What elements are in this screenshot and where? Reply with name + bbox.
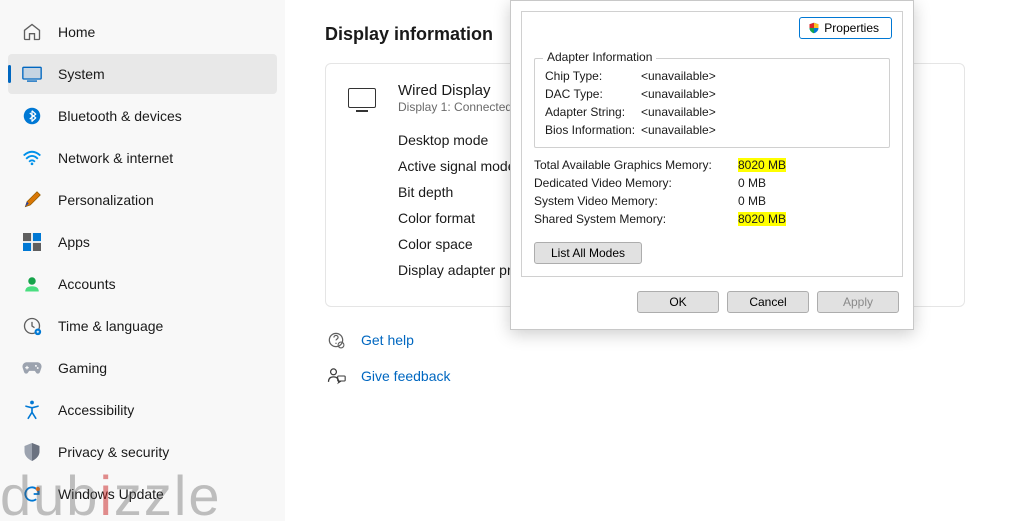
- cancel-button[interactable]: Cancel: [727, 291, 809, 313]
- clock-icon: [22, 316, 42, 336]
- mem-value: 0 MB: [738, 194, 766, 208]
- sidebar-item-accessibility[interactable]: Accessibility: [8, 390, 277, 430]
- info-value: <unavailable>: [641, 69, 716, 83]
- wifi-icon: [22, 148, 42, 168]
- watermark-text: dubizzle: [0, 471, 221, 521]
- feedback-text: Give feedback: [361, 368, 451, 384]
- help-text: Get help: [361, 332, 414, 348]
- mem-label: Dedicated Video Memory:: [534, 176, 738, 190]
- sidebar-item-system[interactable]: System: [8, 54, 277, 94]
- sidebar-item-label: Personalization: [58, 192, 154, 208]
- adapter-legend: Adapter Information: [543, 50, 656, 64]
- display-name: Wired Display: [398, 82, 525, 99]
- mem-value: 0 MB: [738, 176, 766, 190]
- mem-label: Shared System Memory:: [534, 212, 738, 226]
- adapter-info-group: Adapter Information Chip Type: <unavaila…: [534, 58, 890, 148]
- info-label: DAC Type:: [545, 87, 641, 101]
- sidebar-item-personalization[interactable]: Personalization: [8, 180, 277, 220]
- dialog-inner: Properties Adapter Information Chip Type…: [521, 11, 903, 277]
- sidebar-item-label: Accessibility: [58, 402, 134, 418]
- adapter-info-row: Adapter String: <unavailable>: [545, 105, 879, 119]
- sidebar-item-label: Accounts: [58, 276, 116, 292]
- sidebar-item-apps[interactable]: Apps: [8, 222, 277, 262]
- memory-row: System Video Memory: 0 MB: [534, 194, 890, 208]
- system-icon: [22, 64, 42, 84]
- info-label: Adapter String:: [545, 105, 641, 119]
- mem-value: 8020 MB: [738, 158, 786, 172]
- dialog-button-row: OK Cancel Apply: [521, 287, 903, 319]
- sidebar-item-label: Network & internet: [58, 150, 173, 166]
- memory-row: Dedicated Video Memory: 0 MB: [534, 176, 890, 190]
- home-icon: [22, 22, 42, 42]
- person-icon: [22, 274, 42, 294]
- adapter-properties-dialog: Properties Adapter Information Chip Type…: [510, 0, 914, 330]
- properties-label: Properties: [824, 21, 879, 35]
- adapter-info-row: Chip Type: <unavailable>: [545, 69, 879, 83]
- sidebar-item-bluetooth[interactable]: Bluetooth & devices: [8, 96, 277, 136]
- sidebar-item-label: System: [58, 66, 105, 82]
- ok-button[interactable]: OK: [637, 291, 719, 313]
- adapter-info-row: DAC Type: <unavailable>: [545, 87, 879, 101]
- display-subtitle: Display 1: Connected to: [398, 100, 525, 114]
- settings-sidebar: Home System Bluetooth & devices Network …: [0, 0, 285, 521]
- help-section: Get help Give feedback: [325, 329, 1011, 387]
- brush-icon: [22, 190, 42, 210]
- mem-label: System Video Memory:: [534, 194, 738, 208]
- bluetooth-icon: [22, 106, 42, 126]
- info-label: Bios Information:: [545, 123, 641, 137]
- feedback-icon: [325, 365, 347, 387]
- monitor-icon: [348, 88, 376, 108]
- info-value: <unavailable>: [641, 123, 716, 137]
- adapter-info-row: Bios Information: <unavailable>: [545, 123, 879, 137]
- accessibility-icon: [22, 400, 42, 420]
- info-value: <unavailable>: [641, 105, 716, 119]
- sidebar-item-network[interactable]: Network & internet: [8, 138, 277, 178]
- apply-button: Apply: [817, 291, 899, 313]
- game-icon: [22, 358, 42, 378]
- sidebar-item-label: Home: [58, 24, 95, 40]
- info-label: Chip Type:: [545, 69, 641, 83]
- sidebar-item-label: Bluetooth & devices: [58, 108, 182, 124]
- memory-row: Shared System Memory: 8020 MB: [534, 212, 890, 226]
- get-help-link[interactable]: Get help: [325, 329, 1011, 351]
- sidebar-item-home[interactable]: Home: [8, 12, 277, 52]
- sidebar-item-label: Time & language: [58, 318, 163, 334]
- uac-shield-icon: [808, 22, 820, 34]
- memory-row: Total Available Graphics Memory: 8020 MB: [534, 158, 890, 172]
- sidebar-item-gaming[interactable]: Gaming: [8, 348, 277, 388]
- sidebar-item-label: Gaming: [58, 360, 107, 376]
- sidebar-item-label: Privacy & security: [58, 444, 169, 460]
- sidebar-item-time[interactable]: Time & language: [8, 306, 277, 346]
- mem-label: Total Available Graphics Memory:: [534, 158, 738, 172]
- memory-section: Total Available Graphics Memory: 8020 MB…: [534, 158, 890, 226]
- list-all-modes-button[interactable]: List All Modes: [534, 242, 642, 264]
- properties-button[interactable]: Properties: [799, 17, 892, 39]
- help-icon: [325, 329, 347, 351]
- sidebar-item-accounts[interactable]: Accounts: [8, 264, 277, 304]
- apps-icon: [22, 232, 42, 252]
- mem-value: 8020 MB: [738, 212, 786, 226]
- sidebar-item-label: Apps: [58, 234, 90, 250]
- info-value: <unavailable>: [641, 87, 716, 101]
- shield-icon: [22, 442, 42, 462]
- give-feedback-link[interactable]: Give feedback: [325, 365, 1011, 387]
